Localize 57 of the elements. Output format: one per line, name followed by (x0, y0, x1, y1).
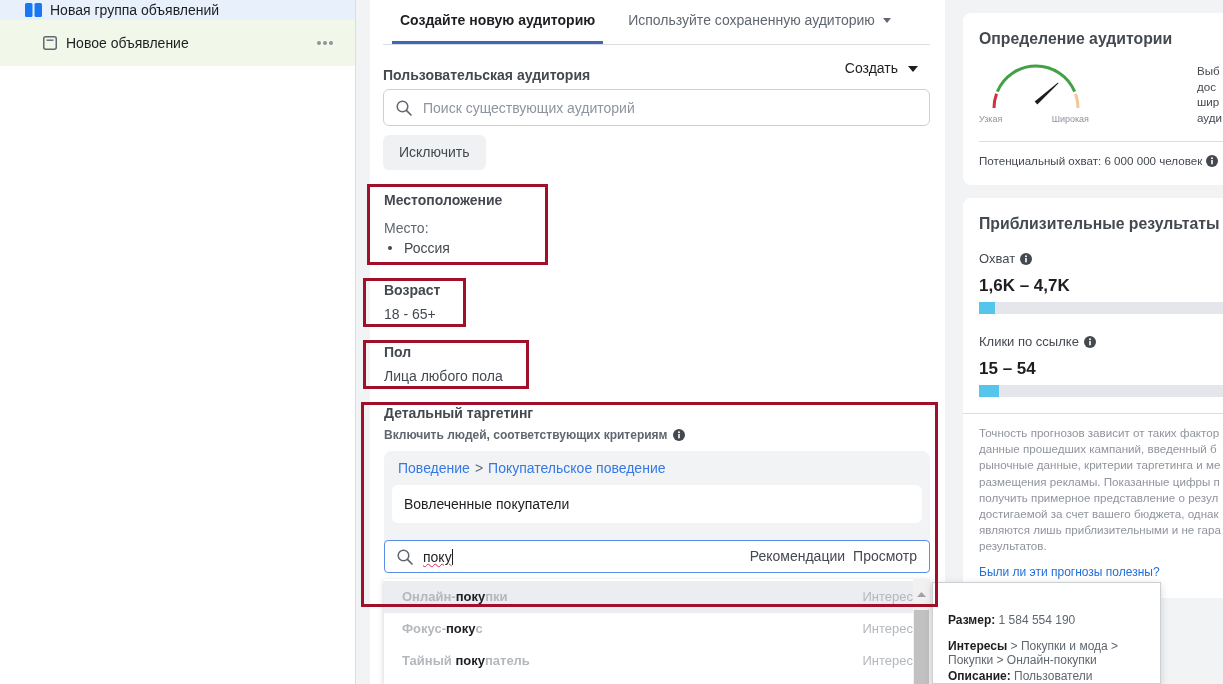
scroll-up-icon[interactable] (917, 592, 926, 597)
location-value: Россия (404, 239, 450, 257)
location-label: Место: (384, 219, 430, 237)
metric-label: Клики по ссылке (979, 334, 1079, 350)
audience-size-text: Размер: 1 584 554 190 (948, 613, 1077, 627)
suggestion-type: Интерес (862, 652, 913, 671)
sidebar-item[interactable]: Новое объявление (0, 20, 355, 66)
criteria-subtitle: Включить людей, соответствующих критериям (384, 427, 668, 443)
scrollbar-thumb[interactable] (914, 610, 929, 684)
disclaimer-text: Точность прогнозов зависит от таких фактор данные прошедших кампаний, введенный б рыночные данные, критерии таргетинга и ме размещения рекламы. Показанные цифры п получить примерное представление о резул достигаемой за счет вашего бюджета, однак являются лишь приблизительными и не гара результатов. (979, 425, 1222, 555)
section-title: Пользовательская аудитория (383, 66, 591, 83)
info-icon (1083, 336, 1096, 348)
text-cursor (451, 548, 453, 565)
search-icon (397, 548, 413, 565)
suggestion-type: Интерес (862, 620, 913, 639)
description-text: Описание: Пользователи (948, 669, 1094, 683)
targeting-item: Вовлеченные покупатели (392, 485, 922, 523)
targeting-search-field[interactable]: поку Рекомендации Просмотр (384, 540, 930, 573)
gauge-max-label: Широкая (1051, 114, 1089, 125)
audience-tab[interactable]: Создайте новую аудиторию (392, 0, 604, 44)
audience-search-field[interactable]: Поиск существующих аудиторий (383, 89, 930, 126)
section-title: Возраст (384, 282, 441, 298)
metric-value: 15 – 54 (979, 359, 1037, 379)
gauge-min-label: Узкая (979, 114, 1003, 125)
card-title: Приблизительные результаты (979, 214, 1221, 234)
breadcrumb-separator: > (474, 459, 484, 477)
caret-icon (908, 65, 918, 72)
more-icon (317, 41, 333, 45)
suggestion-item[interactable]: Фокус-покус Интерес (384, 613, 913, 645)
description-text: Выб дос шир ауди (1197, 63, 1222, 125)
suggestion-item[interactable]: Тайный покупатель Интерес (384, 645, 913, 677)
info-icon (672, 429, 685, 441)
section-title: Местоположение (384, 192, 503, 208)
metric-value: 1,6K – 4,7K (979, 276, 1071, 296)
section-title: Детальный таргетинг (384, 405, 535, 421)
audience-tab[interactable]: Используйте сохраненную аудиторию (620, 0, 899, 44)
columns-icon (25, 3, 42, 17)
card-title: Определение аудитории (979, 29, 1174, 49)
breadcrumb-link[interactable]: Поведение (398, 459, 470, 477)
search-option-button[interactable]: Просмотр (853, 546, 917, 567)
potential-reach-text: Потенциальный охват: 6 000 000 человек (979, 154, 1203, 168)
breadcrumb-link[interactable]: Покупательское поведение (488, 459, 666, 477)
sidebar-item[interactable]: Новая группа объявлений (0, 0, 355, 20)
category-path-text: Интересы > Покупки и мода > Покупки > Онлайн-покупки (948, 639, 1120, 667)
create-button[interactable]: Создать (844, 60, 918, 77)
feedback-link[interactable]: Были ли эти прогнозы полезны? (979, 563, 1160, 580)
bullet-icon (388, 246, 392, 250)
info-icon (1020, 253, 1033, 265)
metric-label: Охват (979, 251, 1016, 267)
section-value: Лица любого пола (384, 367, 503, 385)
search-icon (396, 99, 412, 116)
window-icon (43, 36, 57, 50)
section-title: Пол (384, 344, 413, 360)
search-option-button[interactable]: Рекомендации (749, 546, 846, 567)
section-value: 18 - 65+ (384, 305, 437, 323)
exclude-button[interactable]: Исключить (383, 135, 486, 170)
info-icon (1206, 155, 1219, 167)
